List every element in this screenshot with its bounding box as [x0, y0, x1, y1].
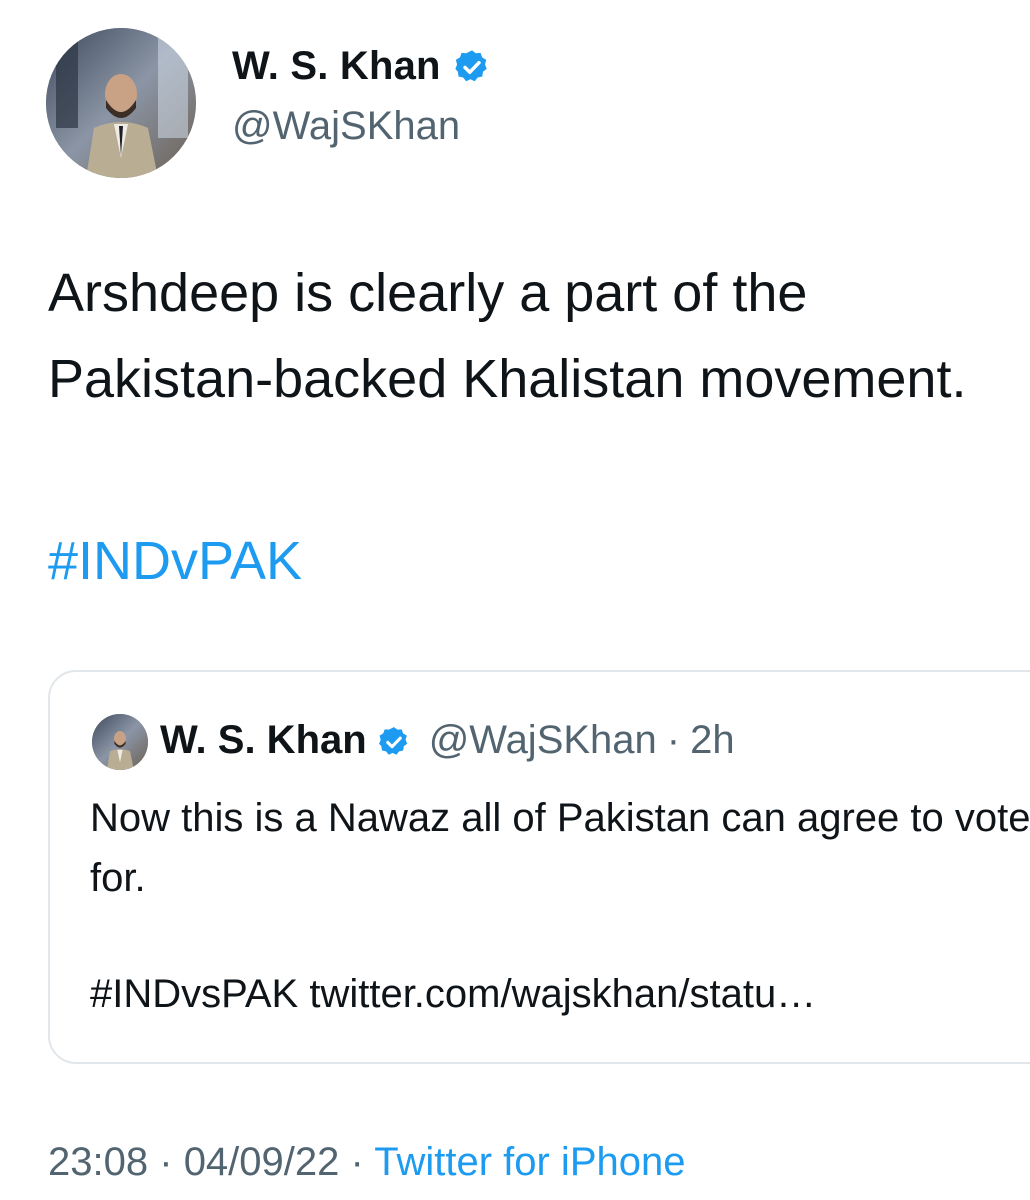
tweet: W. S. Khan @WajSKhan Arshdeep is clearly… [0, 0, 1030, 1200]
quoted-author-avatar [92, 714, 148, 770]
tweet-footer: 23:08 · 04/09/22 · Twitter for iPhone [48, 1140, 685, 1185]
tweet-time[interactable]: 23:08 [48, 1140, 148, 1184]
quoted-author-handle: @WajSKhan [428, 718, 657, 762]
verified-badge-icon [453, 48, 491, 86]
quoted-url: twitter.com/wajskhan/statu… [309, 972, 817, 1016]
quoted-hashtag: #INDvsPAK [90, 972, 299, 1016]
quoted-author-display-name: W. S. Khan [160, 718, 367, 762]
quoted-tweet-card[interactable]: W. S. Khan @WajSKhan · 2h Now this is a … [48, 670, 1030, 1064]
footer-separator: · [159, 1140, 173, 1184]
verified-badge-icon [377, 724, 411, 758]
tweet-text: Arshdeep is clearly a part of the Pakist… [48, 263, 967, 409]
quoted-tweet-header: W. S. Khan @WajSKhan · 2h [160, 718, 735, 763]
quoted-tweet-text: Now this is a Nawaz all of Pakistan can … [90, 796, 1030, 900]
tweet-date[interactable]: 04/09/22 [184, 1140, 340, 1184]
quoted-tweet-links: #INDvsPAK twitter.com/wajskhan/statu… [90, 972, 816, 1017]
footer-separator: · [350, 1140, 364, 1184]
author-avatar[interactable] [46, 28, 196, 178]
quoted-timestamp: 2h [690, 718, 735, 762]
quoted-separator: · [666, 718, 681, 762]
tweet-source-link[interactable]: Twitter for iPhone [374, 1140, 685, 1184]
tweet-hashtag-link[interactable]: #INDvPAK [48, 530, 302, 592]
author-name-row: W. S. Khan [232, 44, 491, 89]
author-display-name[interactable]: W. S. Khan [232, 44, 441, 89]
author-handle[interactable]: @WajSKhan [232, 104, 460, 149]
